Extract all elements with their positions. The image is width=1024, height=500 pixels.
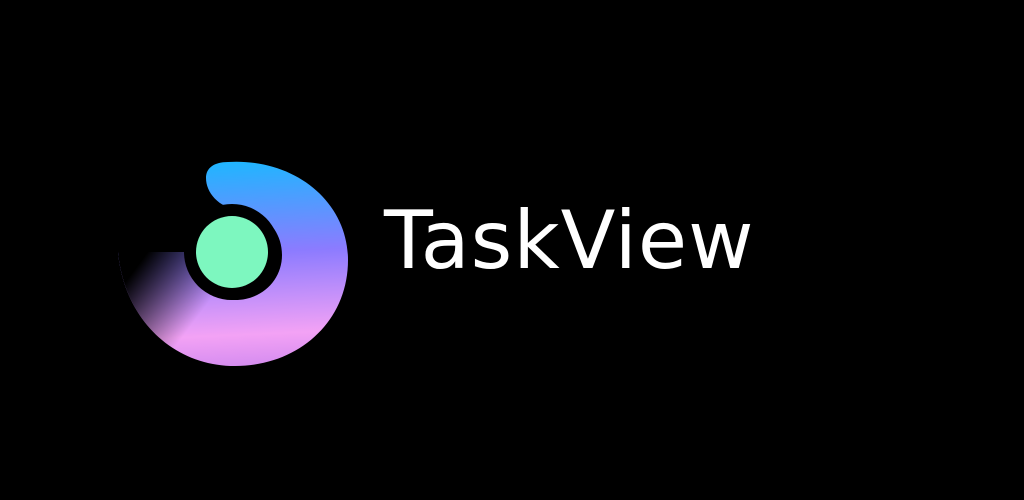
splash-canvas: TaskView <box>0 0 1024 500</box>
app-name: TaskView <box>384 194 755 287</box>
taskview-logo-icon <box>110 130 360 380</box>
logo-dot <box>196 216 268 288</box>
